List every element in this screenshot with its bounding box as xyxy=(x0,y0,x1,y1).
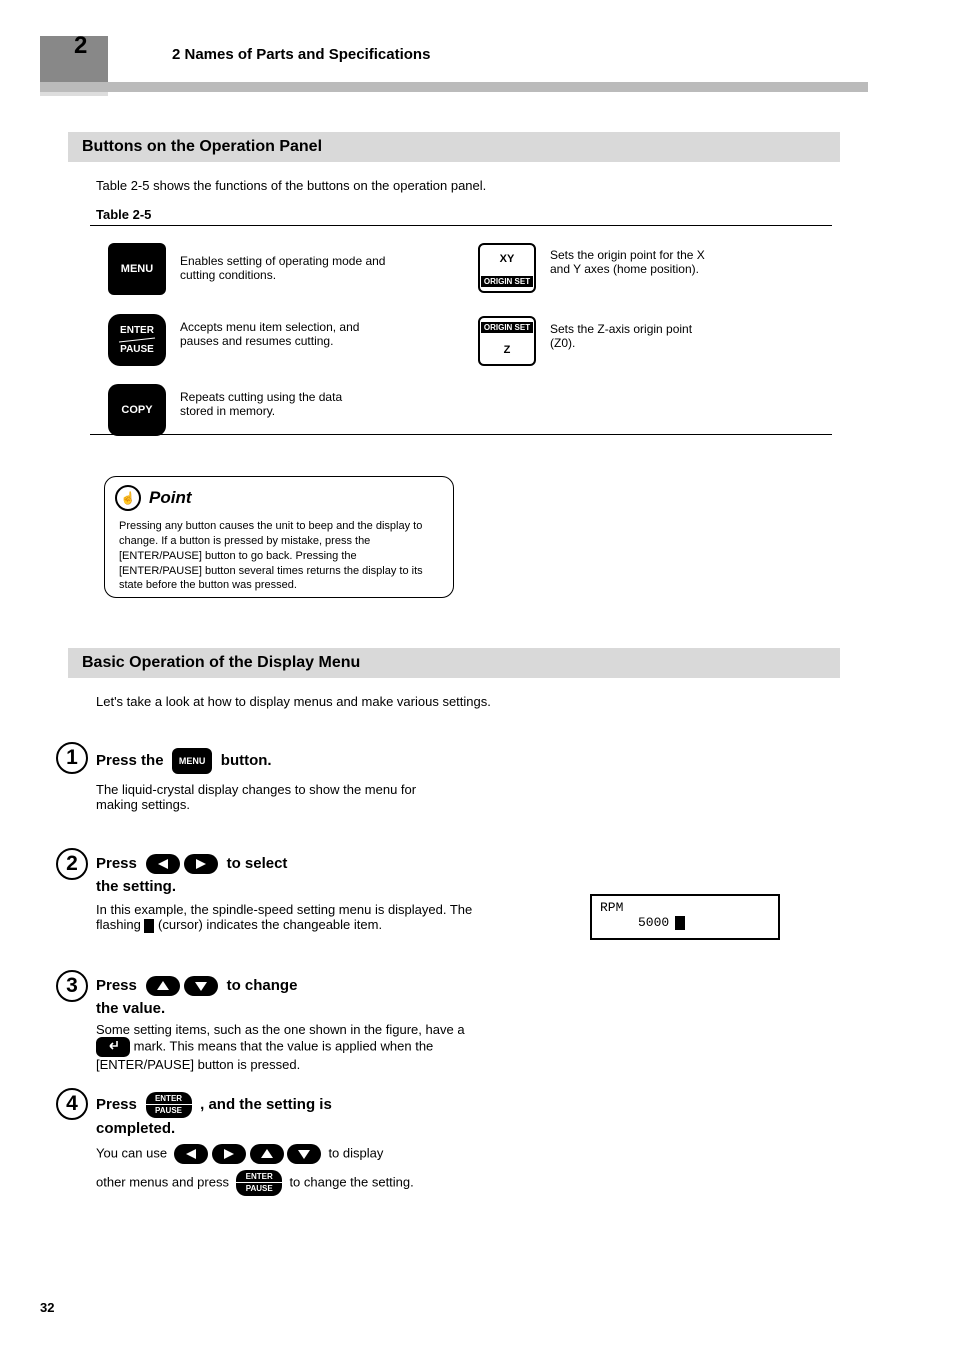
down-arrow-icon-2 xyxy=(287,1144,321,1164)
step2-sub-tail: (cursor) indicates the changeable item. xyxy=(158,917,382,932)
enter-small-top: ENTER xyxy=(146,1093,192,1105)
up-arrow-icon xyxy=(146,976,180,996)
left-arrow-icon xyxy=(146,854,180,874)
xy-button-desc: Sets the origin point for the X and Y ax… xyxy=(550,248,790,276)
step1-row: Press the MENU button. xyxy=(96,748,272,774)
menu-button: MENU xyxy=(108,243,166,295)
step2-text-prefix: Press xyxy=(96,855,141,872)
step4-sub-row: You can use to display xyxy=(96,1144,383,1164)
z-origin-button: ORIGIN SET Z xyxy=(478,316,536,366)
pause-label: PAUSE xyxy=(120,344,154,355)
menu-button-label: MENU xyxy=(121,263,153,275)
return-mark-icon xyxy=(96,1037,130,1057)
lcd-line2-row: 5000 xyxy=(600,915,770,930)
z-button-desc: Sets the Z-axis origin point (Z0). xyxy=(550,322,790,350)
point-callout: ☝ Point Pressing any button causes the u… xyxy=(104,476,454,598)
title-rule-dark xyxy=(40,82,868,92)
step1-number: 1 xyxy=(56,742,88,774)
table-label: Table 2-5 xyxy=(96,207,151,222)
step3-text-mid: to change xyxy=(222,977,297,994)
enter-small-bottom: PAUSE xyxy=(146,1105,192,1116)
step3-row: Press to change xyxy=(96,976,297,996)
table-top-rule xyxy=(90,225,832,226)
enter-small-icon-2: ENTER PAUSE xyxy=(236,1170,282,1196)
lcd-cursor-icon xyxy=(675,916,685,930)
lcd-display: RPM 5000 xyxy=(590,894,780,940)
step4-sub-prefix2: other menus and press xyxy=(96,1174,233,1189)
point-icon: ☝ xyxy=(115,485,141,511)
step1-sub: The liquid-crystal display changes to sh… xyxy=(96,782,456,812)
section-heading-buttons: Buttons on the Operation Panel xyxy=(68,132,840,162)
enter-small2-bottom: PAUSE xyxy=(236,1183,282,1194)
point-title: Point xyxy=(149,488,192,508)
step3-sub-text: Some setting items, such as the one show… xyxy=(96,1022,465,1037)
step4-text-prefix: Press xyxy=(96,1096,141,1113)
step1-text-prefix: Press the xyxy=(96,752,168,769)
right-arrow-icon xyxy=(184,854,218,874)
copy-button-label: COPY xyxy=(121,404,152,416)
step3-sub-text2: mark. This means that the value is appli… xyxy=(96,1038,433,1072)
step4-sub-prefix: You can use xyxy=(96,1145,171,1160)
step3-text-line2: the value. xyxy=(96,1000,165,1017)
step2-row: Press to select xyxy=(96,854,287,874)
point-body: Pressing any button causes the unit to b… xyxy=(105,519,453,593)
z-origin-label: ORIGIN SET xyxy=(481,322,533,333)
step1-text-suffix: button. xyxy=(217,752,272,769)
table-bottom-rule xyxy=(90,434,832,435)
step4-sub-mid: to display xyxy=(325,1145,384,1160)
chapter-title: 2 Names of Parts and Specifications xyxy=(172,46,430,63)
step3-sub: Some setting items, such as the one show… xyxy=(96,1022,486,1072)
step4-text-line2: completed. xyxy=(96,1120,175,1137)
z-label: Z xyxy=(504,344,511,360)
chapter-number: 2 xyxy=(74,32,87,60)
enter-button-desc: Accepts menu item selection, and pauses … xyxy=(180,320,400,348)
step4-row: Press ENTER PAUSE , and the setting is xyxy=(96,1092,332,1118)
enter-label: ENTER xyxy=(120,325,154,336)
enter-small2-top: ENTER xyxy=(236,1171,282,1183)
menu-small-icon: MENU xyxy=(172,748,212,774)
step2-text-line2: the setting. xyxy=(96,878,176,895)
step2-number: 2 xyxy=(56,848,88,880)
step4-number: 4 xyxy=(56,1088,88,1120)
step2-text-mid: to select xyxy=(222,855,287,872)
enter-pause-button: ENTER PAUSE xyxy=(108,314,166,366)
section2-intro: Let's take a look at how to display menu… xyxy=(96,694,491,709)
lcd-line2-value: 5000 xyxy=(638,915,669,930)
footer-page-number: 32 xyxy=(40,1300,54,1315)
copy-button-desc: Repeats cutting using the data stored in… xyxy=(180,390,400,418)
cursor-icon xyxy=(144,919,154,933)
right-arrow-icon-2 xyxy=(212,1144,246,1164)
step2-sub: In this example, the spindle-speed setti… xyxy=(96,902,476,933)
step3-number: 3 xyxy=(56,970,88,1002)
left-arrow-icon-2 xyxy=(174,1144,208,1164)
xy-origin-label: ORIGIN SET xyxy=(481,276,533,287)
xy-label: XY xyxy=(500,249,515,265)
copy-button: COPY xyxy=(108,384,166,436)
menu-button-desc: Enables setting of operating mode and cu… xyxy=(180,254,400,282)
step4-sub-row2: other menus and press ENTER PAUSE to cha… xyxy=(96,1170,414,1196)
enter-divider-icon xyxy=(117,336,157,344)
step4-text-mid: , and the setting is xyxy=(196,1096,332,1113)
step3-text-prefix: Press xyxy=(96,977,141,994)
enter-small-icon: ENTER PAUSE xyxy=(146,1092,192,1118)
up-arrow-icon-2 xyxy=(250,1144,284,1164)
lcd-line1: RPM xyxy=(600,900,770,915)
section1-intro: Table 2-5 shows the functions of the but… xyxy=(96,178,486,193)
step4-sub-tail: to change the setting. xyxy=(286,1174,414,1189)
xy-origin-button: XY ORIGIN SET xyxy=(478,243,536,293)
section-heading-menu: Basic Operation of the Display Menu xyxy=(68,648,840,678)
down-arrow-icon xyxy=(184,976,218,996)
